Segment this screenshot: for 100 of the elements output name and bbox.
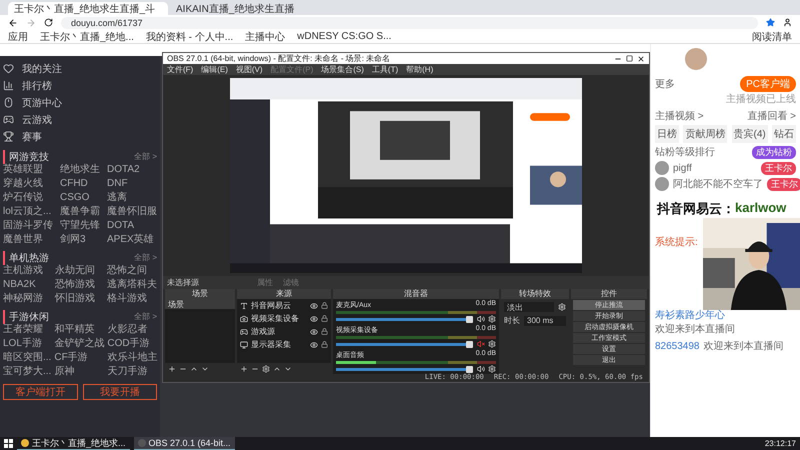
menu-item[interactable]: 文件(F) (167, 64, 194, 75)
category-link[interactable]: 火影忍者 (107, 324, 158, 336)
room-link[interactable]: 直播回看 > (747, 109, 796, 123)
bookmark-link[interactable]: 我的资料 - 个人中... (146, 30, 234, 44)
sidebar-item[interactable]: 页游中心 (22, 96, 62, 110)
profile-icon[interactable] (783, 18, 792, 27)
back-icon[interactable] (8, 18, 18, 28)
duration-field[interactable]: 300 ms (524, 316, 566, 326)
add-icon[interactable] (240, 364, 248, 372)
settings-icon[interactable] (558, 303, 566, 311)
see-all-link[interactable]: 全部 > (134, 311, 157, 322)
address-field[interactable]: douyu.com/61737 (61, 16, 758, 28)
volume-slider[interactable] (336, 318, 474, 320)
see-all-link[interactable]: 全部 > (134, 151, 157, 162)
category-link[interactable]: lol云顶之... (3, 206, 53, 218)
category-link[interactable]: 魔兽世界 (3, 234, 53, 246)
sidebar-item[interactable]: 我的关注 (22, 62, 62, 76)
category-link[interactable]: 炉石传说 (3, 192, 53, 204)
sidebar-item[interactable]: 排行榜 (22, 78, 52, 92)
see-all-link[interactable]: 全部 > (134, 252, 157, 263)
category-link[interactable]: 魔兽怀旧服 (107, 206, 157, 218)
eye-icon[interactable] (310, 340, 318, 348)
settings-icon[interactable] (262, 364, 270, 372)
category-link[interactable]: COD手游 (107, 338, 158, 350)
lock-icon[interactable] (321, 341, 328, 348)
category-link[interactable]: 天刀手游 (107, 366, 158, 378)
eye-icon[interactable] (310, 328, 318, 336)
maximize-icon[interactable] (626, 55, 633, 62)
menu-item[interactable]: 帮助(H) (406, 64, 434, 75)
reading-list-link[interactable]: 阅读清单 (752, 30, 792, 44)
category-link[interactable]: CF手游 (54, 352, 104, 364)
category-link[interactable]: 固游斗罗传 (3, 220, 53, 232)
sidebar-item[interactable]: 赛事 (22, 130, 42, 144)
room-link[interactable]: 主播视频 > (655, 109, 704, 123)
category-link[interactable]: APEX英雄 (107, 234, 157, 246)
browser-tab[interactable]: 王卡尔丶直播_绝地求生直播_斗 (8, 2, 168, 15)
scene-item[interactable]: 场景 (165, 299, 235, 309)
volume-slider[interactable] (336, 342, 474, 346)
bookmark-link[interactable]: wDNESY CS:GO S... (297, 31, 392, 42)
category-link[interactable]: DOTA2 (107, 164, 157, 176)
lock-icon[interactable] (321, 302, 328, 309)
menu-item[interactable]: 编辑(E) (201, 64, 228, 75)
eye-icon[interactable] (310, 314, 318, 322)
taskbar-item[interactable]: OBS 27.0.1 (64-bit... (134, 437, 235, 450)
close-icon[interactable] (637, 54, 645, 62)
category-link[interactable]: 逃离 (107, 192, 157, 204)
category-link[interactable]: 魔兽争霸 (60, 206, 100, 218)
rank-tab[interactable]: 钻石 (772, 125, 796, 143)
speaker-icon[interactable] (477, 365, 485, 373)
eye-icon[interactable] (310, 302, 318, 310)
volume-slider[interactable] (336, 368, 474, 370)
source-item[interactable]: 显示器采集 (251, 339, 307, 350)
more-link[interactable]: 更多 (655, 77, 675, 91)
category-link[interactable]: 金铲铲之战 (54, 338, 104, 350)
join-button[interactable]: 成为钻粉 (752, 146, 796, 158)
sidebar-button[interactable]: 客户端打开 (3, 384, 78, 400)
speaker-icon[interactable] (477, 315, 485, 323)
source-item[interactable]: 视频采集设备 (251, 313, 307, 324)
transition-select[interactable]: 淡出 (504, 302, 554, 312)
browser-tab[interactable]: AIKAIN直播_绝地求生直播 (170, 2, 330, 15)
category-link[interactable]: CSGO (60, 192, 100, 204)
bookmark-link[interactable]: 王卡尔丶直播_绝地... (40, 30, 134, 44)
category-link[interactable]: 恐怖之间 (107, 265, 157, 277)
category-link[interactable]: 神秘网游 (3, 293, 43, 305)
taskbar-item[interactable]: 王卡尔丶直播_绝地求... (17, 437, 130, 450)
chat-user[interactable]: 82653498 (655, 340, 700, 352)
category-link[interactable]: 格斗游戏 (107, 293, 157, 305)
lock-icon[interactable] (321, 315, 328, 322)
category-link[interactable]: 王者荣耀 (3, 324, 52, 336)
category-link[interactable]: LOL手游 (3, 338, 52, 350)
rank-tab[interactable]: 贡献周榜 (683, 125, 728, 143)
chat-user[interactable]: 寿衫素路少年心 (655, 308, 725, 322)
settings-icon[interactable] (488, 365, 496, 373)
category-link[interactable]: 逃离塔科夫 (107, 279, 157, 291)
menu-item[interactable]: 工具(T) (372, 64, 398, 75)
settings-icon[interactable] (488, 340, 496, 348)
category-link[interactable]: 暗区突围... (3, 352, 52, 364)
muted-speaker-icon[interactable] (477, 340, 485, 348)
add-icon[interactable] (168, 364, 176, 372)
category-link[interactable]: 和平精英 (54, 324, 104, 336)
bookmark-link[interactable]: 主播中心 (245, 30, 286, 44)
windows-icon[interactable] (4, 439, 13, 448)
bookmark-star-icon[interactable] (766, 18, 775, 27)
category-link[interactable]: DOTA (107, 220, 157, 232)
category-link[interactable]: 宝可梦大... (3, 366, 52, 378)
category-link[interactable]: 永劫无间 (55, 265, 95, 277)
rank-tab[interactable]: 贵宾(4) (732, 125, 768, 143)
category-link[interactable]: 穿越火线 (3, 178, 53, 190)
source-item[interactable]: 抖音网易云 (251, 300, 307, 311)
category-link[interactable]: 欢乐斗地主 (107, 352, 158, 364)
menu-item[interactable]: 视图(V) (236, 64, 263, 75)
category-link[interactable]: 英雄联盟 (3, 164, 53, 176)
reload-icon[interactable] (44, 18, 53, 27)
category-link[interactable]: DNF (107, 178, 157, 190)
category-link[interactable]: 恐怖游戏 (55, 279, 95, 291)
settings-icon[interactable] (488, 315, 496, 323)
rank-tab[interactable]: 日榜 (655, 125, 679, 143)
category-link[interactable]: 主机游戏 (3, 265, 43, 277)
menu-item[interactable]: 场景集合(S) (321, 64, 364, 75)
bookmark-link[interactable]: 应用 (8, 30, 28, 44)
